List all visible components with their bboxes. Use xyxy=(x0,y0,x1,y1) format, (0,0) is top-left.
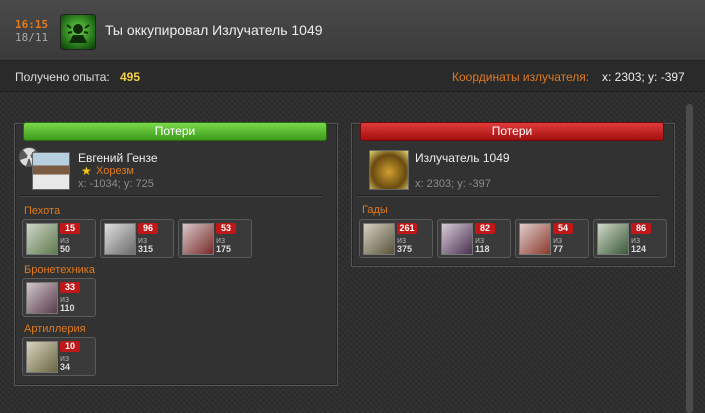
unit-card[interactable]: 261 из 375 xyxy=(359,219,433,258)
armor-unit-icon xyxy=(26,282,58,314)
lost-count-badge: 261 xyxy=(397,223,417,234)
event-date: 18/11 xyxy=(15,31,49,44)
creature-unit-icon xyxy=(441,223,473,255)
artillery-unit-icon xyxy=(26,341,58,373)
unit-card[interactable]: 96 из 315 xyxy=(100,219,174,258)
defender-name[interactable]: Излучатель 1049 xyxy=(415,151,510,165)
total-count: 315 xyxy=(138,244,154,254)
attacker-avatar[interactable] xyxy=(32,152,70,190)
total-count: 77 xyxy=(553,244,564,254)
total-count: 375 xyxy=(397,244,413,254)
lost-count-badge: 86 xyxy=(631,223,651,234)
attacker-coords[interactable]: x: -1034; y: 725 xyxy=(78,178,154,190)
infantry-unit-icon xyxy=(104,223,136,255)
defender-coords[interactable]: x: 2303; y: -397 xyxy=(415,178,491,190)
defender-losses-bar: Потери xyxy=(360,122,664,141)
total-count: 175 xyxy=(216,244,232,254)
battle-info-row: Получено опыта: 495 Координаты излучател… xyxy=(0,61,705,92)
unit-card[interactable]: 54 из 77 xyxy=(515,219,589,258)
category-artillery-label: Артиллерия xyxy=(24,323,86,335)
total-count: 124 xyxy=(631,244,647,254)
radiation-emitter-icon xyxy=(60,14,96,50)
defender-avatar[interactable] xyxy=(369,150,409,190)
creature-unit-icon xyxy=(519,223,551,255)
attacker-losses-bar: Потери xyxy=(23,122,327,141)
lost-count-badge: 33 xyxy=(60,282,80,293)
lost-count-badge: 54 xyxy=(553,223,573,234)
creature-unit-icon xyxy=(597,223,629,255)
creature-unit-icon xyxy=(363,223,395,255)
category-infantry-label: Пехота xyxy=(24,205,61,217)
event-title: Ты оккупировал Излучатель 1049 xyxy=(105,22,323,38)
category-creatures-label: Гады xyxy=(362,204,388,216)
event-timestamp: 16:15 18/11 xyxy=(15,18,48,44)
defender-divider xyxy=(357,195,659,197)
unit-card[interactable]: 15 из 50 xyxy=(22,219,96,258)
lost-count-badge: 96 xyxy=(138,223,158,234)
attacker-divider xyxy=(20,195,322,197)
lost-count-badge: 10 xyxy=(60,341,80,352)
experience-label: Получено опыта: xyxy=(15,70,110,84)
scrollbar-thumb[interactable] xyxy=(686,104,693,413)
total-count: 118 xyxy=(475,244,490,254)
lost-count-badge: 15 xyxy=(60,223,80,234)
event-time: 16:15 xyxy=(15,18,49,31)
unit-card[interactable]: 33 из 110 xyxy=(22,278,96,317)
event-header: 16:15 18/11 Ты оккупировал Излучатель 10… xyxy=(0,0,705,61)
attacker-name[interactable]: Евгений Гензе xyxy=(78,151,158,165)
unit-card[interactable]: 10 из 34 xyxy=(22,337,96,376)
experience-value: 495 xyxy=(120,70,141,84)
star-icon: ★ xyxy=(81,164,92,178)
total-count: 110 xyxy=(60,303,75,313)
infantry-unit-icon xyxy=(26,223,58,255)
emitter-coords-label: Координаты излучателя: xyxy=(452,70,590,84)
total-count: 34 xyxy=(60,362,71,372)
category-armor-label: Бронетехника xyxy=(24,264,95,276)
lost-count-badge: 53 xyxy=(216,223,236,234)
attacker-clan[interactable]: Хорезм xyxy=(96,165,134,177)
unit-card[interactable]: 82 из 118 xyxy=(437,219,511,258)
unit-card[interactable]: 86 из 124 xyxy=(593,219,667,258)
lost-count-badge: 82 xyxy=(475,223,495,234)
emitter-coords-value[interactable]: x: 2303; y: -397 xyxy=(602,70,685,84)
infantry-unit-icon xyxy=(182,223,214,255)
unit-card[interactable]: 53 из 175 xyxy=(178,219,252,258)
total-count: 50 xyxy=(60,244,71,254)
